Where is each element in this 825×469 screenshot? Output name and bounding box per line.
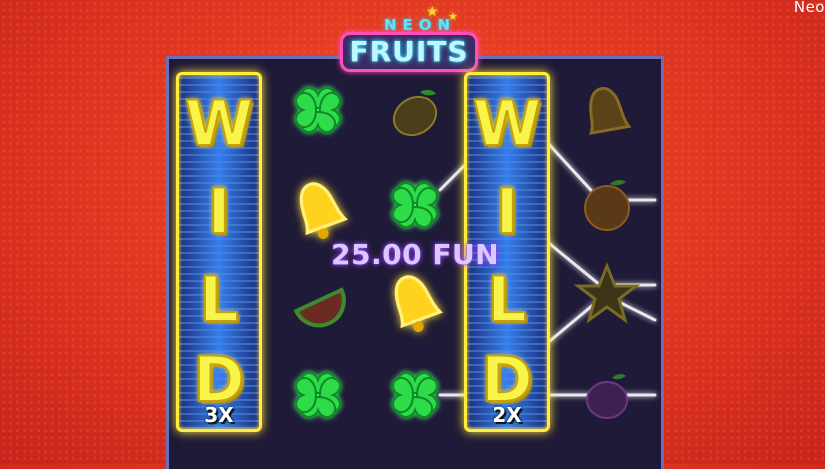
wild-letter: L — [486, 262, 528, 337]
melon-icon — [293, 287, 346, 328]
clover-icon — [392, 372, 438, 418]
wild-reel-1: W I L D 3X — [176, 72, 262, 432]
lemon-icon — [392, 89, 438, 137]
clover-icon — [295, 87, 341, 133]
wild-letter: W — [472, 86, 542, 161]
bell-icon — [394, 275, 443, 332]
plum-icon — [586, 374, 628, 419]
orange-icon — [584, 180, 630, 231]
multiplier-badge: 3X — [204, 403, 234, 427]
clover-icon — [392, 182, 438, 228]
multiplier-badge: 2X — [492, 403, 522, 427]
star-icon — [573, 261, 641, 324]
wild-letter: W — [184, 86, 254, 161]
bell-icon — [299, 182, 348, 239]
bell-icon — [589, 86, 632, 135]
clover-icon — [295, 372, 341, 418]
wild-letter: L — [198, 262, 240, 337]
wild-letter: I — [206, 174, 231, 249]
win-amount: 25.00 FUN — [331, 238, 500, 271]
